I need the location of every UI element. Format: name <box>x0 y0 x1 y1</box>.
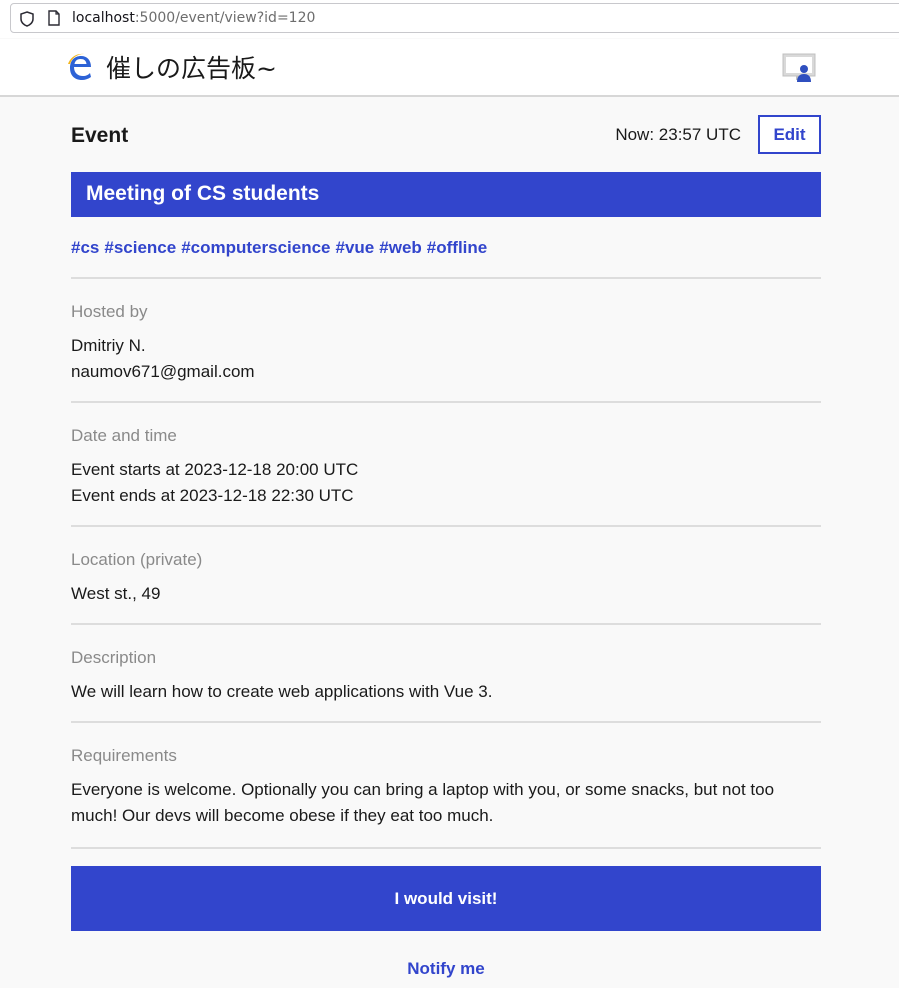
site-title[interactable]: 催しの広告板~ <box>106 49 277 85</box>
hosted-by-label: Hosted by <box>71 302 148 321</box>
location-label: Location (private) <box>71 550 203 569</box>
divider <box>71 721 821 723</box>
date-time-label: Date and time <box>71 426 177 445</box>
tag-list: #cs #science #computerscience #vue #web #offl… <box>71 238 492 258</box>
event-start: Event starts at 2023-12-18 20:00 UTC <box>71 460 359 479</box>
tag-link[interactable]: #vue <box>336 238 375 257</box>
event-title: Meeting of CS students <box>86 182 320 205</box>
location-value: West st., 49 <box>71 584 161 603</box>
host-name: Dmitriy N. <box>71 336 146 355</box>
host-email: naumov671@gmail.com <box>71 362 255 381</box>
url-path: :5000/event/view?id=120 <box>134 10 316 26</box>
shield-icon[interactable] <box>20 11 34 27</box>
divider <box>71 623 821 625</box>
tag-link[interactable]: #web <box>379 238 422 257</box>
current-time: Now: 23:57 UTC <box>615 125 741 144</box>
description-value: We will learn how to create web applicat… <box>71 682 493 701</box>
tag-link[interactable]: #science <box>104 238 176 257</box>
address-bar[interactable]: localhost:5000/event/view?id=120 <box>10 3 899 33</box>
account-icon[interactable] <box>782 53 816 83</box>
tag-link[interactable]: #cs <box>71 238 99 257</box>
logo-icon[interactable] <box>66 52 94 82</box>
visit-button[interactable]: I would visit! <box>71 866 821 931</box>
url-host: localhost <box>72 10 135 26</box>
page-title: Event <box>71 124 129 147</box>
divider <box>71 401 821 403</box>
page-icon <box>48 10 60 26</box>
description-label: Description <box>71 648 157 667</box>
browser-toolbar: localhost:5000/event/view?id=120 <box>0 0 899 38</box>
divider <box>71 277 821 279</box>
edit-button[interactable]: Edit <box>758 115 821 154</box>
requirements-value: Everyone is welcome. Optionally you can … <box>71 780 775 825</box>
event-title-bar: Meeting of CS students <box>71 172 821 217</box>
site-header: 催しの広告板~ <box>0 39 899 97</box>
event-end: Event ends at 2023-12-18 22:30 UTC <box>71 486 354 505</box>
tag-link[interactable]: #offline <box>427 238 487 257</box>
url-text[interactable]: localhost:5000/event/view?id=120 <box>72 10 315 26</box>
divider <box>71 847 821 849</box>
notify-button[interactable]: Notify me <box>71 959 821 981</box>
divider <box>71 525 821 527</box>
requirements-label: Requirements <box>71 746 177 765</box>
event-header: Event Now: 23:57 UTC Edit <box>71 115 821 155</box>
tag-link[interactable]: #computerscience <box>181 238 330 257</box>
